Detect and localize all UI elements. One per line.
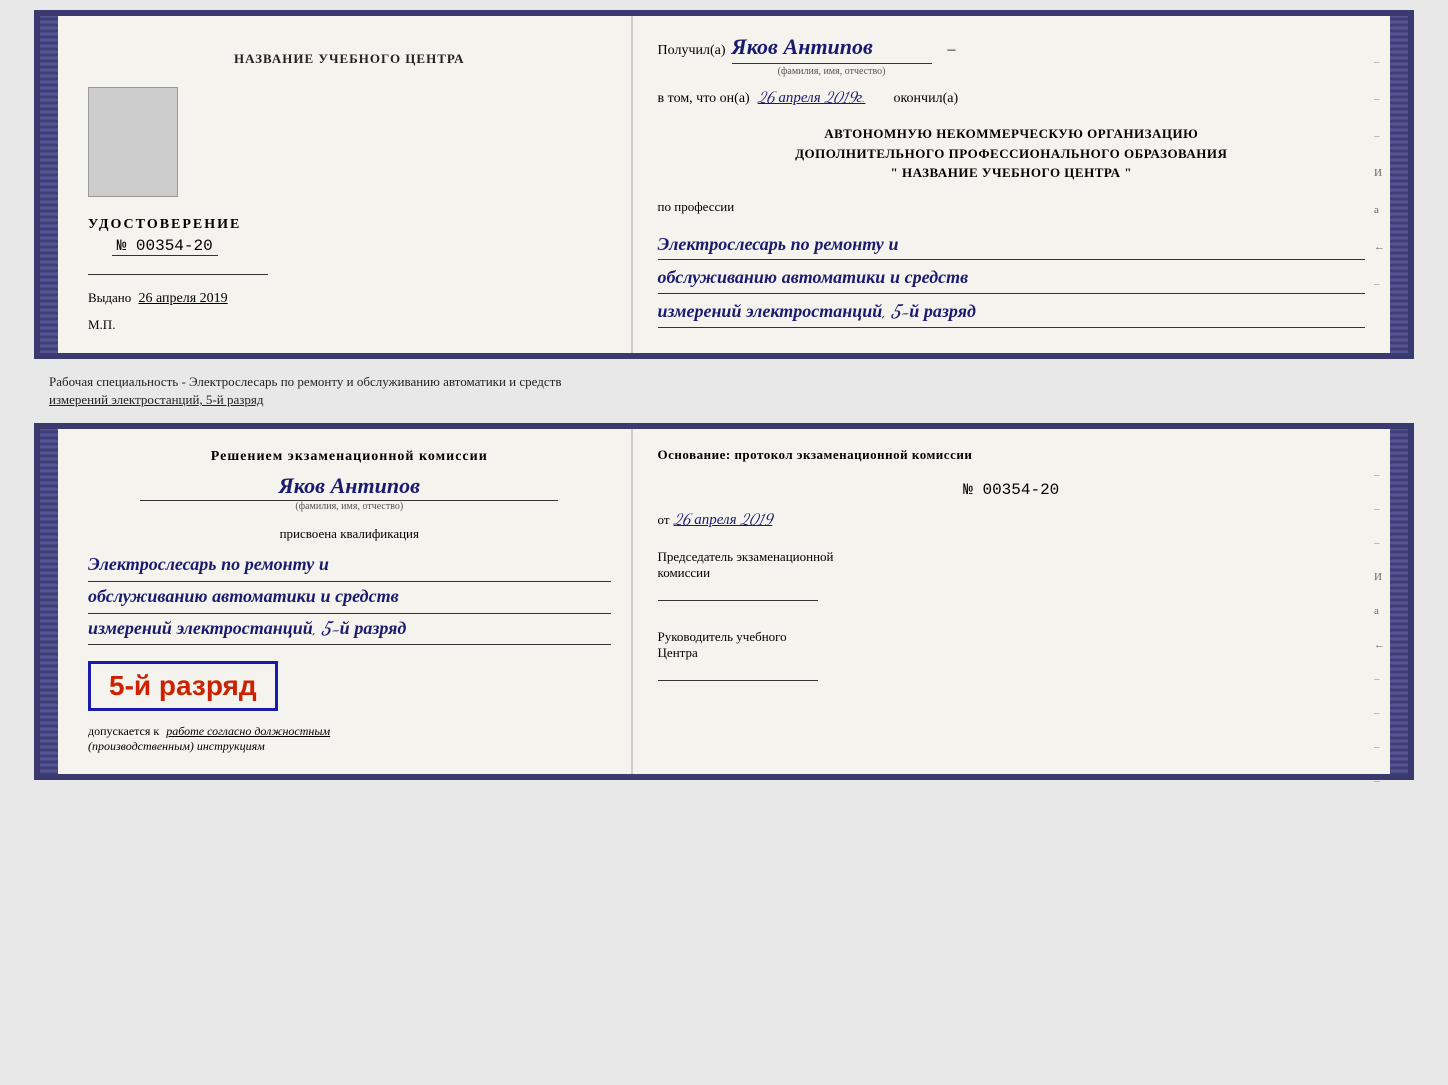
bottom-recipient-name: Яков Антипов <box>140 473 558 501</box>
bottom-right-page: Основание: протокол экзаменационной коми… <box>633 429 1390 774</box>
bottom-prof-line2: обслуживанию автоматики и средств <box>88 582 611 614</box>
ot-date: 26 апреля 2019 <box>674 511 773 529</box>
org-block: АВТОНОМНУЮ НЕКОММЕРЧЕСКУЮ ОРГАНИЗАЦИЮ ДО… <box>658 124 1365 183</box>
razryad-text: 5-й разряд <box>109 670 257 701</box>
fio-label-bottom: (фамилия, имя, отчество) <box>88 501 611 512</box>
rukovoditel-signature <box>658 661 818 681</box>
fio-label-top: (фамилия, имя, отчество) <box>732 66 932 77</box>
vydano-line: Выдано 26 апреля 2019 <box>88 290 228 307</box>
right-markers-bottom: – – – И а ← – – – – <box>1374 469 1385 787</box>
prisvoena-label: присвоена квалификация <box>88 526 611 542</box>
bottom-prof-line3: измерений электростанций, 5-й разряд <box>88 614 611 646</box>
dopuskaetsya-text: работе согласно должностным <box>166 724 330 738</box>
bottom-name-block: Яков Антипов (фамилия, имя, отчество) <box>88 473 611 512</box>
book-spine-right-top <box>1390 16 1408 353</box>
centr-label: Центра <box>658 645 1365 661</box>
org-line2: ДОПОЛНИТЕЛЬНОГО ПРОФЕССИОНАЛЬНОГО ОБРАЗО… <box>658 144 1365 164</box>
photo-placeholder <box>88 87 178 197</box>
dopuskaetsya-line: допускается к работе согласно должностны… <box>88 724 611 754</box>
rukovoditel-label: Руководитель учебного <box>658 629 1365 645</box>
top-left-title: НАЗВАНИЕ УЧЕБНОГО ЦЕНТРА <box>234 51 465 67</box>
okonchil-label: окончил(а) <box>893 91 958 107</box>
desc-text2: измерений электростанций, 5-й разряд <box>49 392 263 407</box>
predsedatel-label: Председатель экзаменационной <box>658 549 1365 565</box>
predsedatel-signature <box>658 581 818 601</box>
predsedatel-block: Председатель экзаменационной комиссии <box>658 549 1365 605</box>
document-container: НАЗВАНИЕ УЧЕБНОГО ЦЕНТРА УДОСТОВЕРЕНИЕ №… <box>34 10 1414 780</box>
profession-block-top: Электрослесарь по ремонту и обслуживанию… <box>658 227 1365 328</box>
vtom-date: 26 апреля 2019г. <box>758 89 866 107</box>
desc-text1: Рабочая специальность - Электрослесарь п… <box>49 374 561 389</box>
bottom-prof-line1: Электрослесарь по ремонту и <box>88 550 611 582</box>
udostoverenie-title: УДОСТОВЕРЕНИЕ <box>88 217 241 233</box>
bottom-left-page: Решением экзаменационной комиссии Яков А… <box>58 429 633 774</box>
recipient-name: Яков Антипов <box>732 34 932 64</box>
bottom-diploma-book: Решением экзаменационной комиссии Яков А… <box>34 423 1414 780</box>
po-professii-label: по профессии <box>658 199 1365 215</box>
mp-label: М.П. <box>88 317 115 333</box>
top-diploma-book: НАЗВАНИЕ УЧЕБНОГО ЦЕНТРА УДОСТОВЕРЕНИЕ №… <box>34 10 1414 359</box>
org-line1: АВТОНОМНУЮ НЕКОММЕРЧЕСКУЮ ОРГАНИЗАЦИЮ <box>658 124 1365 144</box>
org-line3: " НАЗВАНИЕ УЧЕБНОГО ЦЕНТРА " <box>658 163 1365 183</box>
right-markers-top: – – – И а ← – <box>1374 56 1385 290</box>
profession-line2-top: обслуживанию автоматики и средств <box>658 264 1365 294</box>
rukovoditel-block: Руководитель учебного Центра <box>658 629 1365 685</box>
osnovanie-label: Основание: протокол экзаменационной коми… <box>658 447 1365 463</box>
profession-line1-top: Электрослесарь по ремонту и <box>658 231 1365 261</box>
udostoverenie-block: УДОСТОВЕРЕНИЕ № 00354-20 <box>88 217 241 256</box>
top-left-page: НАЗВАНИЕ УЧЕБНОГО ЦЕНТРА УДОСТОВЕРЕНИЕ №… <box>58 16 633 353</box>
komissi-label: комиссии <box>658 565 1365 581</box>
description-line: Рабочая специальность - Электрослесарь п… <box>34 367 1414 415</box>
bottom-profession-block: Электрослесарь по ремонту и обслуживанию… <box>88 550 611 645</box>
protocol-number: № 00354-20 <box>658 481 1365 499</box>
book-spine-left-top <box>40 16 58 353</box>
dopuskaetsya-prefix: допускается к <box>88 724 159 738</box>
ot-line: от 26 апреля 2019 <box>658 511 1365 529</box>
book-spine-left-bottom <box>40 429 58 774</box>
udostoverenie-number: № 00354-20 <box>112 237 218 256</box>
vydano-date: 26 апреля 2019 <box>139 291 228 306</box>
razryad-badge: 5-й разряд <box>88 661 278 711</box>
poluchil-line: Получил(а) Яков Антипов (фамилия, имя, о… <box>658 34 1365 77</box>
razryad-badge-block: 5-й разряд <box>88 653 611 711</box>
profession-line3-top: измерений электростанций, 5-й разряд <box>658 298 1365 328</box>
poluchil-label: Получил(а) <box>658 43 726 59</box>
book-spine-right-bottom <box>1390 429 1408 774</box>
ot-label: от <box>658 512 670 528</box>
top-right-page: Получил(а) Яков Антипов (фамилия, имя, о… <box>633 16 1390 353</box>
dopuskaetsya-text2: (производственным) инструкциям <box>88 739 265 753</box>
vydano-label: Выдано <box>88 290 131 305</box>
vtom-label: в том, что он(а) <box>658 91 750 107</box>
vtom-line: в том, что он(а) 26 апреля 2019г. окончи… <box>658 89 1365 107</box>
resheniem-label: Решением экзаменационной комиссии <box>88 449 611 465</box>
